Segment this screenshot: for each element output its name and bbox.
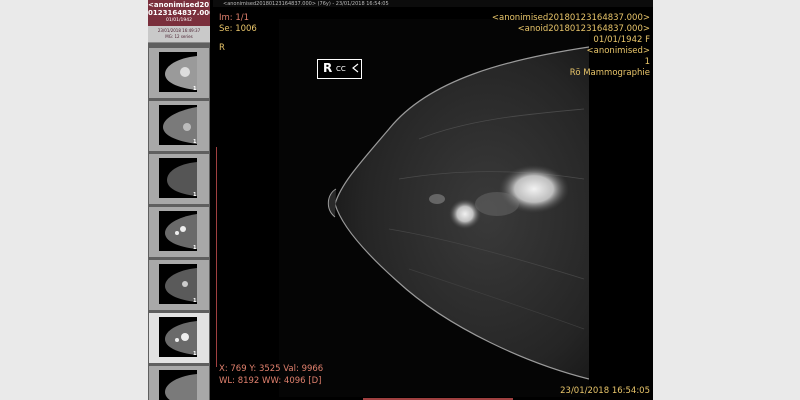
image-count: 1 (193, 192, 197, 198)
series-thumbnail-4[interactable]: 1 (149, 207, 209, 257)
image-count: 1 (193, 351, 197, 357)
thumbnail-image (159, 370, 197, 400)
image-count: 1 (193, 139, 197, 145)
series-thumbnail-2[interactable]: 1 (149, 101, 209, 151)
thumbnail-image (159, 158, 197, 198)
modality-label: Rö Mammographie (569, 68, 650, 78)
window-level-readout: WL: 8192 WW: 4096 [D] (219, 376, 322, 386)
acquisition-datetime: 23/01/2018 16:54:05 (560, 386, 650, 396)
view-arrow-icon (352, 63, 359, 73)
view-code: CC (336, 65, 346, 73)
study-header[interactable]: 23/01/2018 16:49:37 MG: 12 series (148, 26, 210, 43)
series-thumbnail-3[interactable]: 1 (149, 154, 209, 204)
series-panel: <anonimised2018 0123164837.000> 01/01/19… (148, 0, 210, 400)
physician-name: <anonimised> (586, 46, 650, 56)
series-thumbnail-1[interactable]: 1 (149, 48, 209, 98)
thumbnail-image (159, 264, 197, 304)
series-thumbnail-5[interactable]: 1 (149, 260, 209, 310)
thumbnail-image (159, 317, 197, 357)
patient-dob-sex: 01/01/1942 F (593, 35, 650, 45)
patient-id: <anoid20180123164837.000> (517, 24, 650, 34)
series-thumbnail-7[interactable]: 1 (149, 366, 209, 400)
orientation-marker: R (219, 43, 225, 53)
series-label: Se: 1006 (219, 24, 257, 34)
cursor-readout: X: 769 Y: 3525 Val: 9966 (219, 364, 324, 374)
view-side: R (323, 61, 333, 75)
series-number: 1 (644, 57, 650, 67)
image-viewport[interactable]: Im: 1/1 Se: 1006 R R CC <anonimised20180… (213, 7, 653, 400)
patient-name-line-1: <anonimised2018 (148, 1, 210, 9)
image-index-label: Im: 1/1 (219, 13, 250, 23)
patient-header[interactable]: <anonimised2018 0123164837.000> 01/01/19… (148, 0, 210, 26)
left-ruler (216, 147, 217, 367)
patient-name-line-2: 0123164837.000> (148, 9, 210, 17)
patient-dob: 01/01/1942 (166, 18, 192, 23)
view-label-box: R CC (317, 59, 362, 79)
thumbnail-image (159, 211, 197, 251)
thumbnail-image (159, 52, 197, 92)
image-count: 1 (193, 86, 197, 92)
patient-name: <anonimised20180123164837.000> (491, 13, 650, 23)
image-count: 1 (193, 298, 197, 304)
series-thumbnail-6[interactable]: 1 (149, 313, 209, 363)
study-description: MG: 12 series (165, 34, 193, 39)
thumbnail-list: 1 1 1 1 1 1 (148, 43, 210, 400)
image-count: 1 (193, 245, 197, 251)
thumbnail-image (159, 105, 197, 145)
